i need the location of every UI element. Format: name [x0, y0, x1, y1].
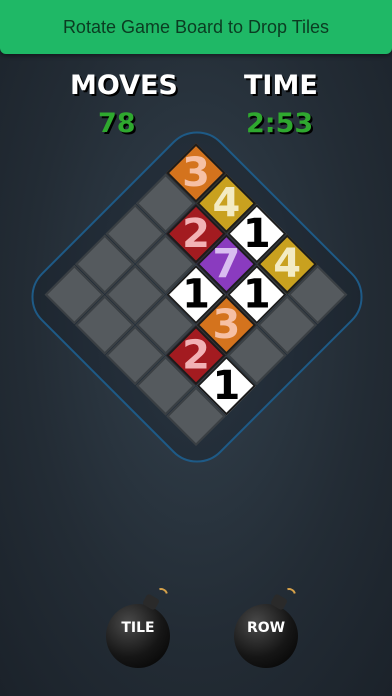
- instruction-banner: Rotate Game Board to Drop Tiles: [0, 0, 392, 54]
- time-remaining: 2:53: [246, 108, 314, 139]
- time-label: TIME: [244, 70, 318, 101]
- row-bomb-button[interactable]: ROW: [234, 585, 300, 668]
- bomb-icon: [106, 604, 170, 668]
- bomb-icon: [234, 604, 298, 668]
- moves-label: MOVES: [70, 70, 178, 101]
- banner-text: Rotate Game Board to Drop Tiles: [62, 16, 330, 37]
- game-board[interactable]: 34142711321: [43, 143, 348, 448]
- moves-count: 78: [98, 108, 136, 139]
- tile-bomb-button[interactable]: TILE: [106, 585, 172, 668]
- tile-bomb-label: TILE: [121, 620, 155, 636]
- row-bomb-label: ROW: [246, 620, 286, 636]
- tile-value: 1: [212, 362, 241, 409]
